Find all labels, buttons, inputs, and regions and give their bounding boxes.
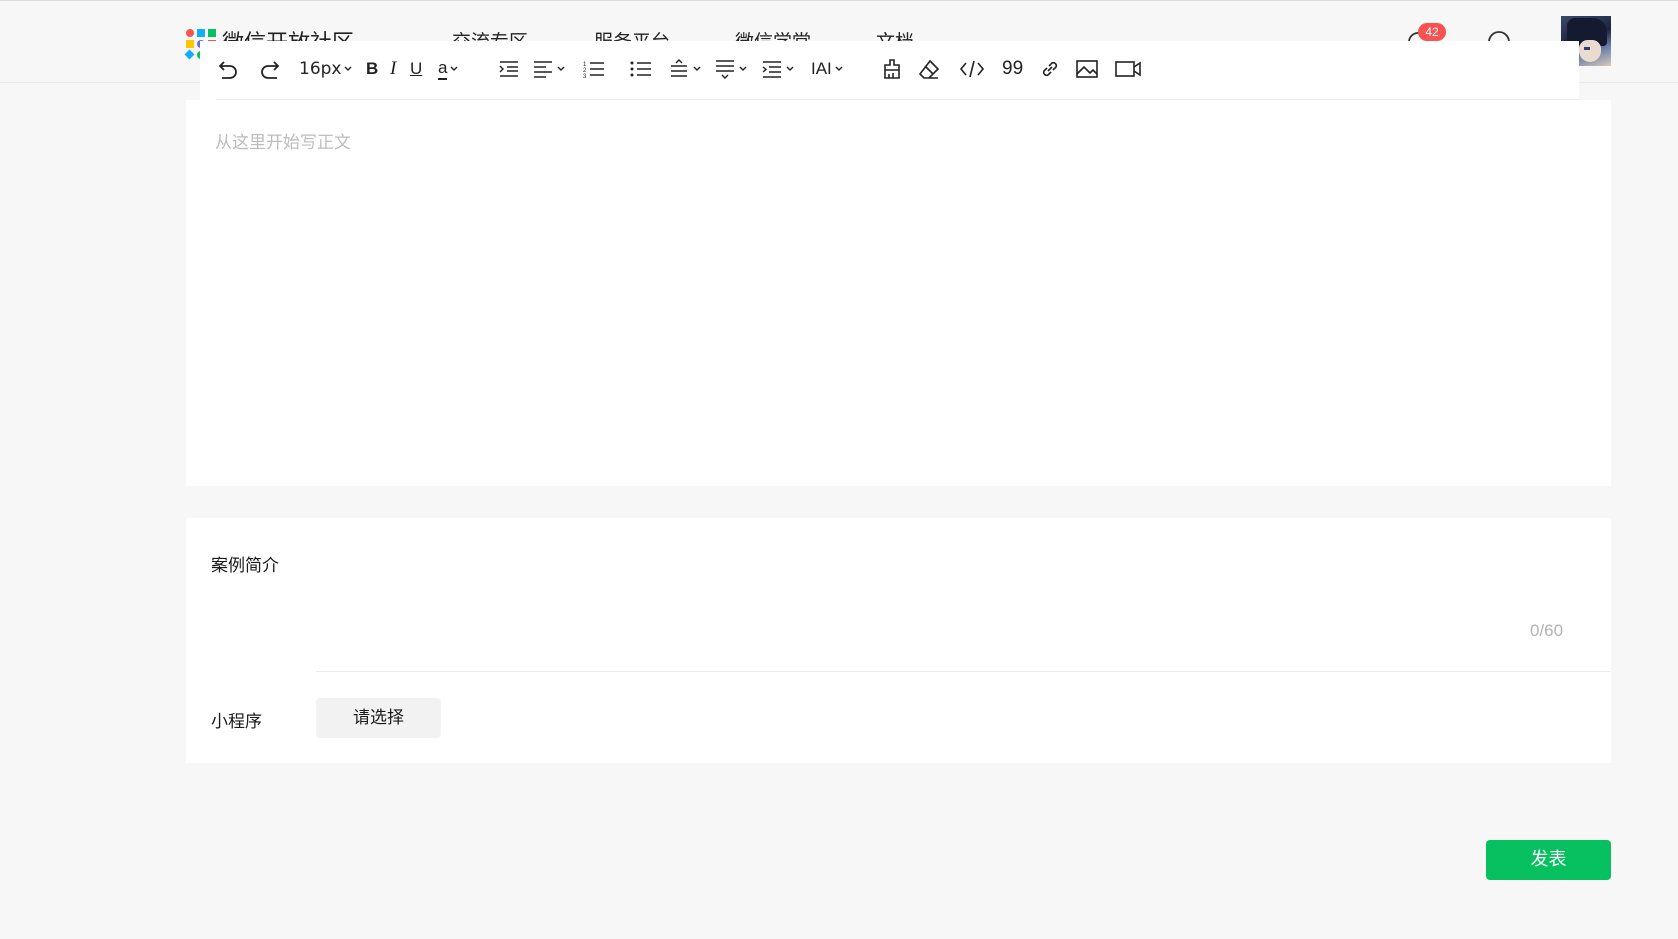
redo-icon[interactable]: [258, 55, 282, 83]
line-height-icon[interactable]: [668, 55, 701, 83]
font-size-select[interactable]: 16px: [299, 55, 352, 83]
quote-icon[interactable]: 99: [1002, 55, 1023, 83]
publish-button[interactable]: 发表: [1486, 840, 1611, 880]
font-color-select[interactable]: a: [438, 55, 458, 83]
summary-counter: 0/60: [1530, 621, 1564, 640]
summary-label: 案例简介: [211, 556, 279, 576]
font-color-label: a: [438, 58, 448, 80]
italic-button[interactable]: I: [390, 55, 396, 83]
format-painter-icon[interactable]: [882, 55, 902, 83]
ordered-list-icon[interactable]: 123: [582, 55, 606, 83]
image-icon[interactable]: [1075, 55, 1099, 83]
editor-toolbar: 16px B I U a 123 IAI 99: [200, 41, 1579, 100]
eraser-icon[interactable]: [918, 55, 940, 83]
bullet-list-icon[interactable]: [629, 55, 653, 83]
miniprogram-select-button[interactable]: 请选择: [316, 698, 441, 738]
align-icon[interactable]: [532, 55, 565, 83]
notification-badge: 42: [1418, 23, 1446, 41]
underline-button[interactable]: U: [410, 55, 422, 83]
font-size-value: 16px: [299, 59, 342, 79]
chevron-down-icon: [835, 66, 843, 71]
chevron-down-icon: [450, 66, 458, 71]
miniprogram-label: 小程序: [211, 712, 262, 732]
letter-spacing-label: IAI: [811, 59, 832, 78]
editor-body-placeholder[interactable]: 从这里开始写正文: [215, 128, 351, 153]
letter-spacing-select[interactable]: IAI: [811, 55, 843, 83]
list-style-icon[interactable]: [761, 55, 794, 83]
svg-text:3: 3: [583, 74, 587, 79]
editor-card: [186, 100, 1611, 486]
summary-input[interactable]: [316, 560, 1611, 672]
paragraph-spacing-icon[interactable]: [714, 55, 747, 83]
indent-icon[interactable]: [498, 55, 520, 83]
chevron-down-icon: [344, 66, 352, 71]
video-icon[interactable]: [1114, 55, 1142, 83]
bold-button[interactable]: B: [366, 55, 378, 83]
link-icon[interactable]: [1039, 55, 1061, 83]
undo-icon[interactable]: [216, 55, 240, 83]
code-icon[interactable]: [959, 55, 985, 83]
